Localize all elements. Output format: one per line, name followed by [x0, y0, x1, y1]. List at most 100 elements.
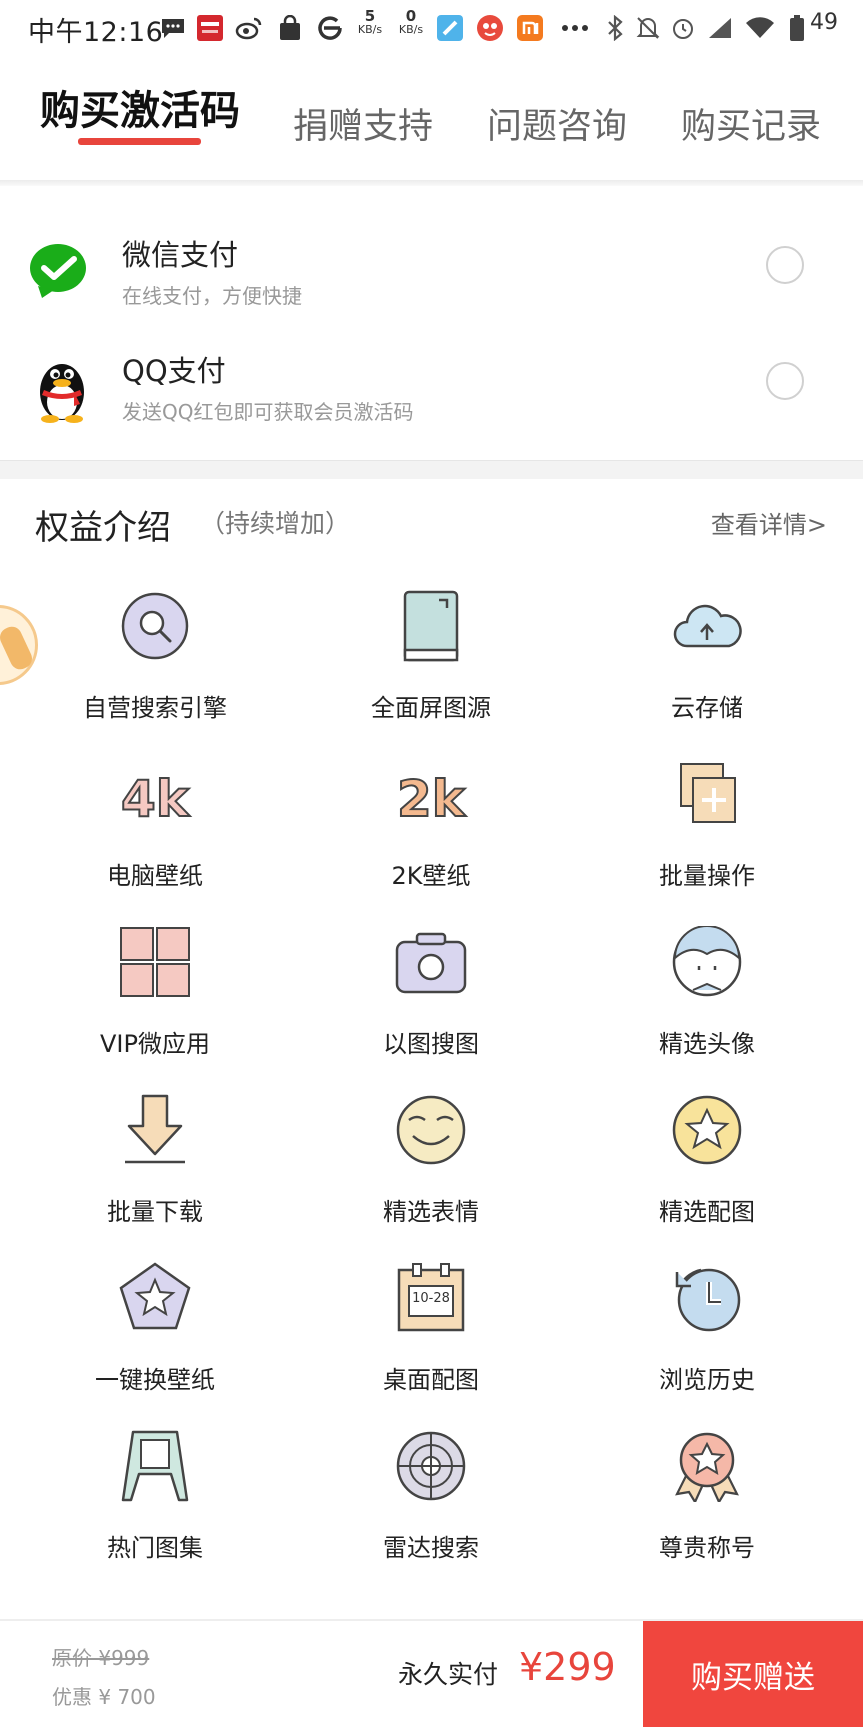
benefit-label: 电脑壁纸	[107, 862, 203, 890]
benefit-label: 云存储	[671, 694, 743, 722]
payment-name: QQ支付	[122, 354, 226, 388]
youpin-app-icon	[195, 13, 225, 43]
signal-icon	[705, 13, 735, 43]
benefit-emoticons[interactable]: 精选表情	[293, 1094, 569, 1254]
discount-amount: 优惠 ¥ 700	[52, 1685, 156, 1709]
benefit-label: 精选配图	[659, 1198, 755, 1226]
search-icon	[119, 590, 191, 662]
benefit-label: 浏览历史	[659, 1366, 755, 1394]
benefit-label: 一键换壁纸	[95, 1366, 215, 1394]
benefit-label: 批量下载	[107, 1198, 203, 1226]
benefit-label: VIP微应用	[100, 1030, 210, 1058]
pentagon-star-icon	[119, 1262, 191, 1334]
benefit-label: 雷达搜索	[383, 1534, 479, 1562]
benefit-browse-history[interactable]: 浏览历史	[569, 1262, 845, 1422]
medal-icon	[671, 1430, 743, 1505]
net-speed-up: 5 KB/s	[357, 7, 383, 37]
final-price: ¥299	[519, 1645, 616, 1689]
benefit-label: 桌面配图	[383, 1366, 479, 1394]
mi-icon	[515, 13, 545, 43]
benefit-radar-search[interactable]: 雷达搜索	[293, 1430, 569, 1590]
batch-add-icon	[671, 758, 743, 830]
calendar-icon: 10-28	[395, 1262, 467, 1334]
benefit-batch-operation[interactable]: 批量操作	[569, 758, 845, 918]
avatar-face-icon	[671, 925, 743, 998]
history-clock-icon	[671, 1262, 743, 1334]
payment-desc: 发送QQ红包即可获取会员激活码	[122, 400, 414, 424]
view-details-link[interactable]: 查看详情>	[711, 505, 827, 540]
section-divider	[0, 460, 863, 479]
benefit-desktop-images[interactable]: 10-28 桌面配图	[293, 1262, 569, 1422]
cloud-upload-icon	[671, 590, 743, 662]
final-price-label: 永久实付	[398, 1660, 499, 1689]
qq-radio[interactable]	[766, 362, 804, 400]
fullscreen-phone-icon	[395, 590, 467, 662]
mute-icon	[633, 13, 663, 43]
benefit-popular-albums[interactable]: 热门图集	[17, 1430, 293, 1590]
bluetooth-icon	[600, 13, 630, 43]
tab-faq[interactable]: 问题咨询	[487, 98, 627, 149]
benefit-batch-download[interactable]: 批量下载	[17, 1094, 293, 1254]
wechat-radio[interactable]	[766, 246, 804, 284]
payment-option-wechat[interactable]: 微信支付 在线支付，方便快捷	[0, 218, 863, 328]
star-badge-icon	[671, 1094, 743, 1166]
battery-icon	[782, 13, 812, 43]
browser-icon	[315, 13, 345, 43]
tab-bar: 购买激活码 捐赠支持 问题咨询 购买记录	[0, 60, 863, 180]
svg-text:4k: 4k	[121, 770, 191, 828]
active-tab-indicator	[78, 138, 201, 145]
benefit-pc-wallpaper[interactable]: 4k 电脑壁纸	[17, 758, 293, 918]
benefit-label: 精选表情	[383, 1198, 479, 1226]
benefit-image-search[interactable]: 以图搜图	[293, 926, 569, 1086]
benefit-label: 精选头像	[659, 1030, 755, 1058]
status-bar: 中午12:16 5 KB/s 0 KB/s 49	[0, 0, 863, 56]
payment-name: 微信支付	[122, 238, 239, 272]
apps-grid-icon	[119, 926, 191, 998]
tab-buy-code[interactable]: 购买激活码	[40, 78, 240, 136]
app-blue-icon	[435, 13, 465, 43]
benefit-label: 批量操作	[659, 862, 755, 890]
2k-icon: 2k	[395, 758, 468, 830]
download-arrow-icon	[119, 1094, 191, 1166]
tab-divider	[0, 180, 863, 186]
benefit-fullscreen-source[interactable]: 全面屏图源	[293, 590, 569, 750]
tab-purchase-history[interactable]: 购买记录	[681, 98, 821, 149]
benefit-2k-wallpaper[interactable]: 2k 2K壁纸	[293, 758, 569, 918]
purchase-bar: 原价 ¥999 优惠 ¥ 700 永久实付 ¥299 购买赠送	[0, 1619, 863, 1727]
status-time: 中午12:16	[28, 17, 164, 48]
4k-icon: 4k	[119, 758, 192, 830]
wifi-icon	[745, 13, 775, 43]
benefit-label: 尊贵称号	[659, 1534, 755, 1562]
buy-button[interactable]: 购买赠送	[643, 1621, 863, 1727]
benefit-search-engine[interactable]: 自营搜索引擎	[17, 590, 293, 750]
payment-desc: 在线支付，方便快捷	[122, 284, 302, 308]
easel-icon	[119, 1430, 191, 1502]
original-price: 原价 ¥999	[52, 1646, 150, 1670]
benefit-label: 2K壁纸	[391, 862, 471, 890]
emoji-face-icon	[395, 1094, 467, 1166]
qq-penguin-icon	[28, 352, 96, 423]
message-icon	[158, 13, 188, 43]
benefit-featured-images[interactable]: 精选配图	[569, 1094, 845, 1254]
payment-option-qq[interactable]: QQ支付 发送QQ红包即可获取会员激活码	[0, 334, 863, 444]
benefit-label: 自营搜索引擎	[83, 694, 227, 722]
more-icon	[560, 13, 590, 43]
benefit-label: 全面屏图源	[371, 694, 491, 722]
svg-text:2k: 2k	[397, 770, 467, 828]
benefit-avatars[interactable]: 精选头像	[569, 925, 845, 1086]
calendar-date-text: 10-28	[412, 1291, 450, 1306]
battery-level: 49	[810, 10, 838, 35]
benefit-one-tap-wallpaper[interactable]: 一键换壁纸	[17, 1262, 293, 1422]
benefit-honor-title[interactable]: 尊贵称号	[569, 1430, 845, 1590]
benefits-title: 权益介绍	[35, 508, 171, 548]
net-speed-down: 0 KB/s	[398, 7, 424, 37]
benefit-label: 热门图集	[107, 1534, 203, 1562]
radar-icon	[395, 1430, 467, 1502]
camera-icon	[395, 926, 467, 998]
alarm-icon	[668, 13, 698, 43]
benefit-label: 以图搜图	[383, 1030, 479, 1058]
bag-icon	[275, 13, 305, 43]
benefit-vip-mini-app[interactable]: VIP微应用	[17, 926, 293, 1086]
tab-donate[interactable]: 捐赠支持	[293, 98, 433, 149]
benefit-cloud-storage[interactable]: 云存储	[569, 590, 845, 750]
